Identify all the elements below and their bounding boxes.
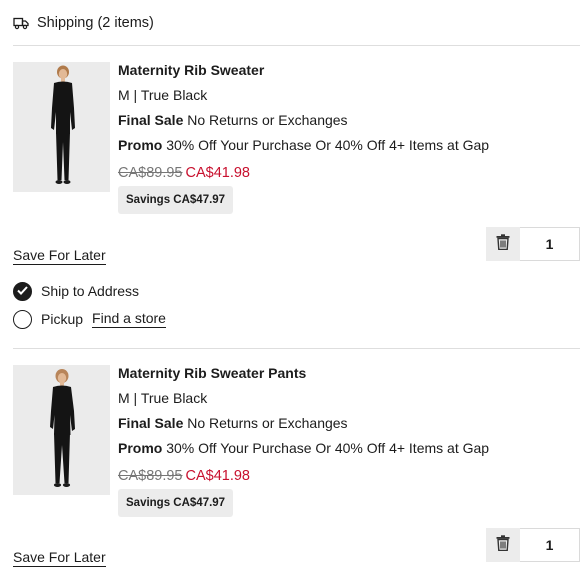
promo-label: Promo	[118, 440, 163, 456]
shipping-header: Shipping (2 items)	[13, 14, 154, 32]
save-for-later-link[interactable]: Save For Later	[13, 549, 106, 567]
trash-icon	[496, 233, 510, 255]
final-sale-label: Final Sale	[118, 112, 184, 128]
truck-icon	[13, 16, 29, 30]
promo-note: Promo 30% Off Your Purchase Or 40% Off 4…	[118, 440, 489, 456]
divider	[13, 348, 580, 349]
product-name[interactable]: Maternity Rib Sweater	[118, 62, 264, 78]
savings-badge: Savings CA$47.97	[118, 489, 234, 517]
pickup-label: Pickup	[41, 311, 84, 327]
trash-icon	[496, 534, 510, 556]
product-image[interactable]	[13, 365, 110, 495]
promo-label: Promo	[118, 137, 163, 153]
savings-badge: Savings CA$47.97	[118, 186, 234, 214]
quantity-control: 1	[486, 227, 580, 261]
original-price: CA$89.95	[118, 165, 183, 181]
final-sale-note: Final Sale No Returns or Exchanges	[118, 415, 348, 431]
ship-radio[interactable]	[13, 281, 32, 301]
final-sale-text: No Returns or Exchanges	[187, 112, 348, 128]
quantity-control: 1	[486, 528, 580, 562]
final-sale-text: No Returns or Exchanges	[187, 415, 348, 431]
promo-text: 30% Off Your Purchase Or 40% Off 4+ Item…	[166, 137, 490, 153]
save-for-later-link[interactable]: Save For Later	[13, 247, 106, 265]
check-icon	[17, 282, 28, 300]
original-price: CA$89.95	[118, 468, 183, 484]
final-sale-label: Final Sale	[118, 415, 184, 431]
shipping-title: Shipping (2 items)	[37, 15, 154, 31]
ship-label: Ship to Address	[41, 283, 140, 299]
delete-button[interactable]	[486, 528, 520, 562]
product-image[interactable]	[13, 62, 110, 192]
ship-to-address-option[interactable]: Ship to Address	[13, 281, 139, 301]
quantity-input[interactable]: 1	[520, 528, 580, 562]
promo-note: Promo 30% Off Your Purchase Or 40% Off 4…	[118, 137, 489, 153]
pickup-option[interactable]: Pickup Find a store	[13, 309, 166, 329]
sale-price: CA$41.98	[185, 468, 251, 484]
promo-text: 30% Off Your Purchase Or 40% Off 4+ Item…	[166, 440, 490, 456]
product-name[interactable]: Maternity Rib Sweater Pants	[118, 365, 306, 381]
divider	[13, 45, 580, 46]
final-sale-note: Final Sale No Returns or Exchanges	[118, 112, 348, 128]
product-variant: M | True Black	[118, 390, 208, 406]
find-store-link[interactable]: Find a store	[92, 310, 166, 328]
sale-price: CA$41.98	[185, 165, 251, 181]
product-variant: M | True Black	[118, 87, 208, 103]
price-row: CA$89.95 CA$41.98	[118, 468, 250, 484]
price-row: CA$89.95 CA$41.98	[118, 165, 250, 181]
delete-button[interactable]	[486, 227, 520, 261]
pickup-radio[interactable]	[13, 309, 32, 329]
quantity-input[interactable]: 1	[520, 227, 580, 261]
